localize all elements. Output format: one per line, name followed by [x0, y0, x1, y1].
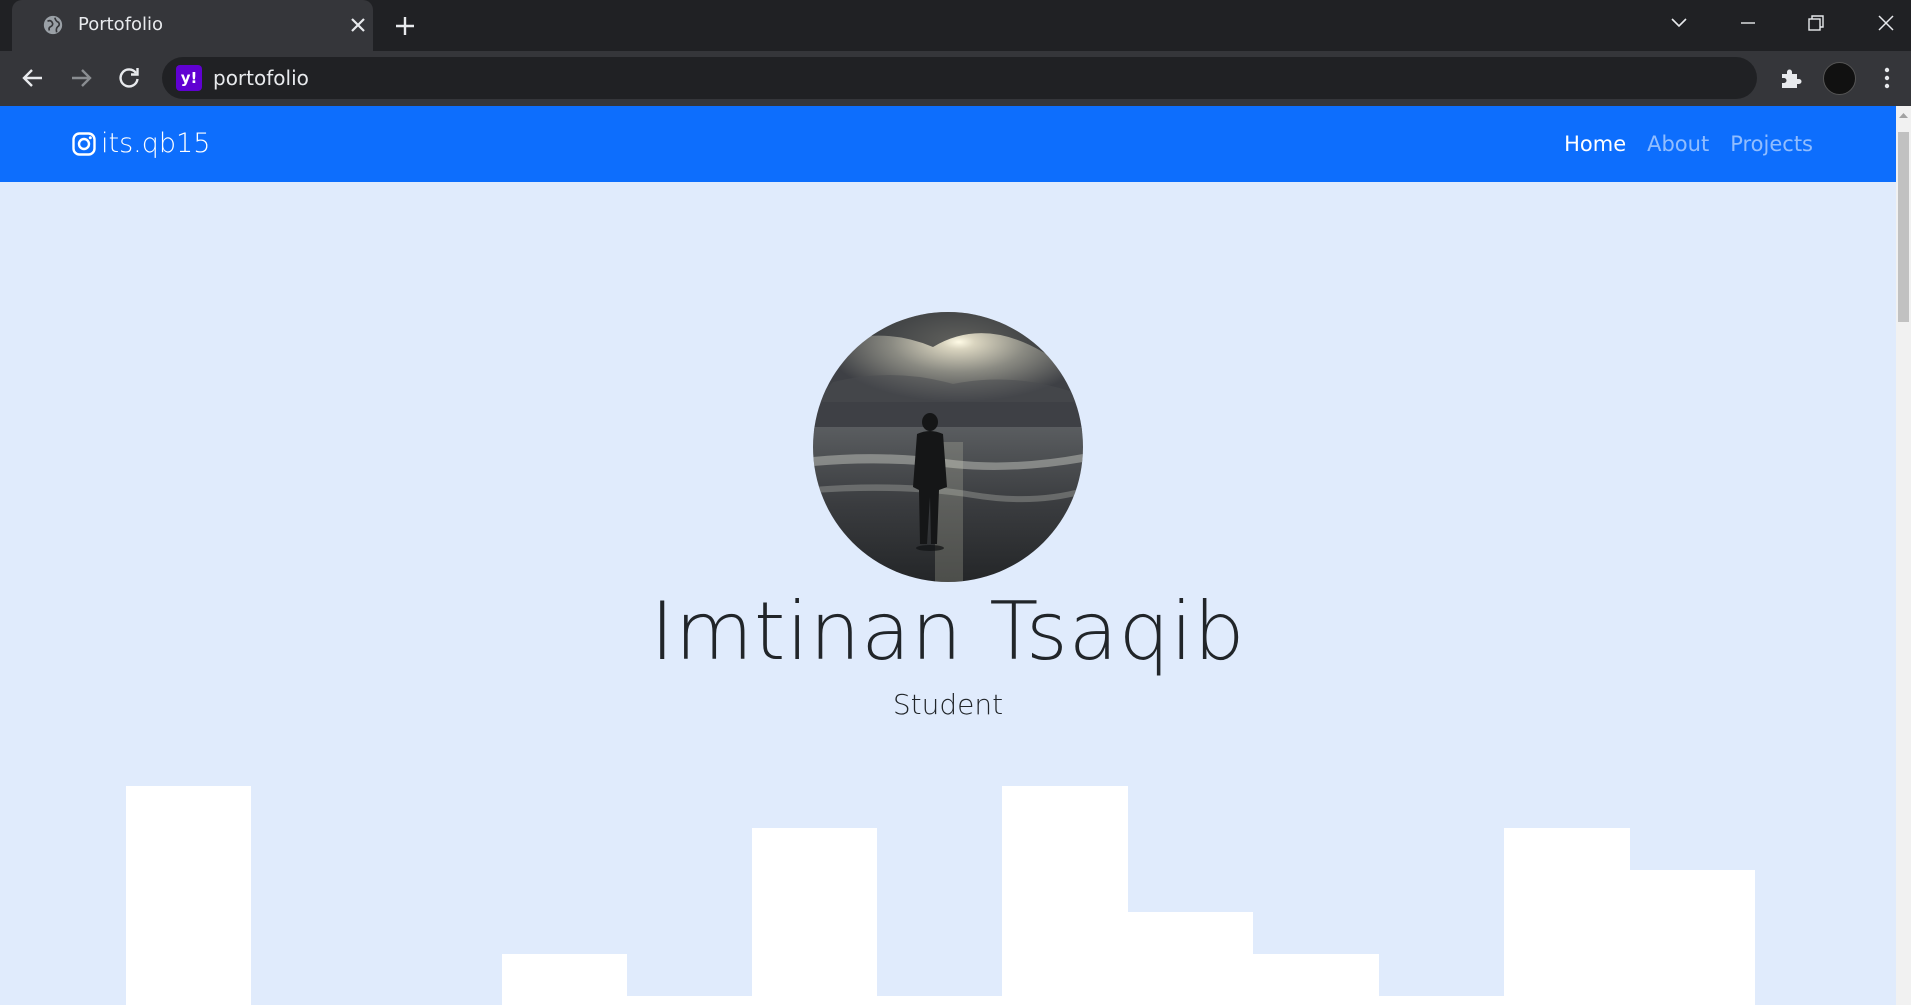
close-icon[interactable] [348, 15, 368, 35]
nav-links: Home About Projects [1564, 130, 1813, 158]
page-viewport: its.qb15 Home About Projects Imtinan Tsa… [0, 106, 1896, 1005]
navbar: its.qb15 Home About Projects [0, 106, 1896, 182]
browser-tab-strip: Portofolio [0, 0, 1911, 51]
profile-photo [813, 312, 1083, 582]
page-scrollbar[interactable] [1896, 106, 1911, 1005]
minimize-icon[interactable] [1735, 10, 1761, 36]
plus-icon[interactable] [392, 13, 418, 39]
hero-name: Imtinan Tsaqib [650, 585, 1246, 678]
forward-arrow-icon[interactable] [67, 64, 95, 92]
address-text[interactable]: portofolio [213, 66, 309, 90]
tab-search-chevron-icon[interactable] [1666, 10, 1692, 36]
navbar-brand[interactable]: its.qb15 [71, 128, 210, 160]
browser-tab[interactable]: Portofolio [12, 0, 373, 51]
nav-link-home[interactable]: Home [1564, 130, 1626, 158]
scroll-up-arrow-icon[interactable] [1899, 111, 1908, 120]
scrollbar-thumb[interactable] [1898, 132, 1909, 322]
kebab-menu-icon[interactable] [1873, 64, 1901, 92]
puzzle-icon[interactable] [1778, 65, 1804, 91]
globe-icon [43, 15, 63, 35]
restore-icon[interactable] [1803, 10, 1829, 36]
back-arrow-icon[interactable] [19, 64, 47, 92]
address-bar[interactable]: y! portofolio [162, 57, 1757, 99]
tab-title: Portofolio [78, 14, 164, 35]
instagram-icon [72, 132, 96, 156]
nav-link-about[interactable]: About [1647, 130, 1709, 158]
browser-toolbar: y! portofolio [0, 51, 1911, 106]
nav-link-projects[interactable]: Projects [1730, 130, 1813, 158]
reload-icon[interactable] [115, 64, 143, 92]
skyline-decoration [126, 786, 1755, 1005]
site-badge: y! [176, 65, 202, 91]
hero-role: Student [892, 688, 1004, 721]
profile-avatar[interactable] [1823, 62, 1856, 95]
brand-text: its.qb15 [101, 128, 211, 159]
window-close-icon[interactable] [1873, 10, 1899, 36]
